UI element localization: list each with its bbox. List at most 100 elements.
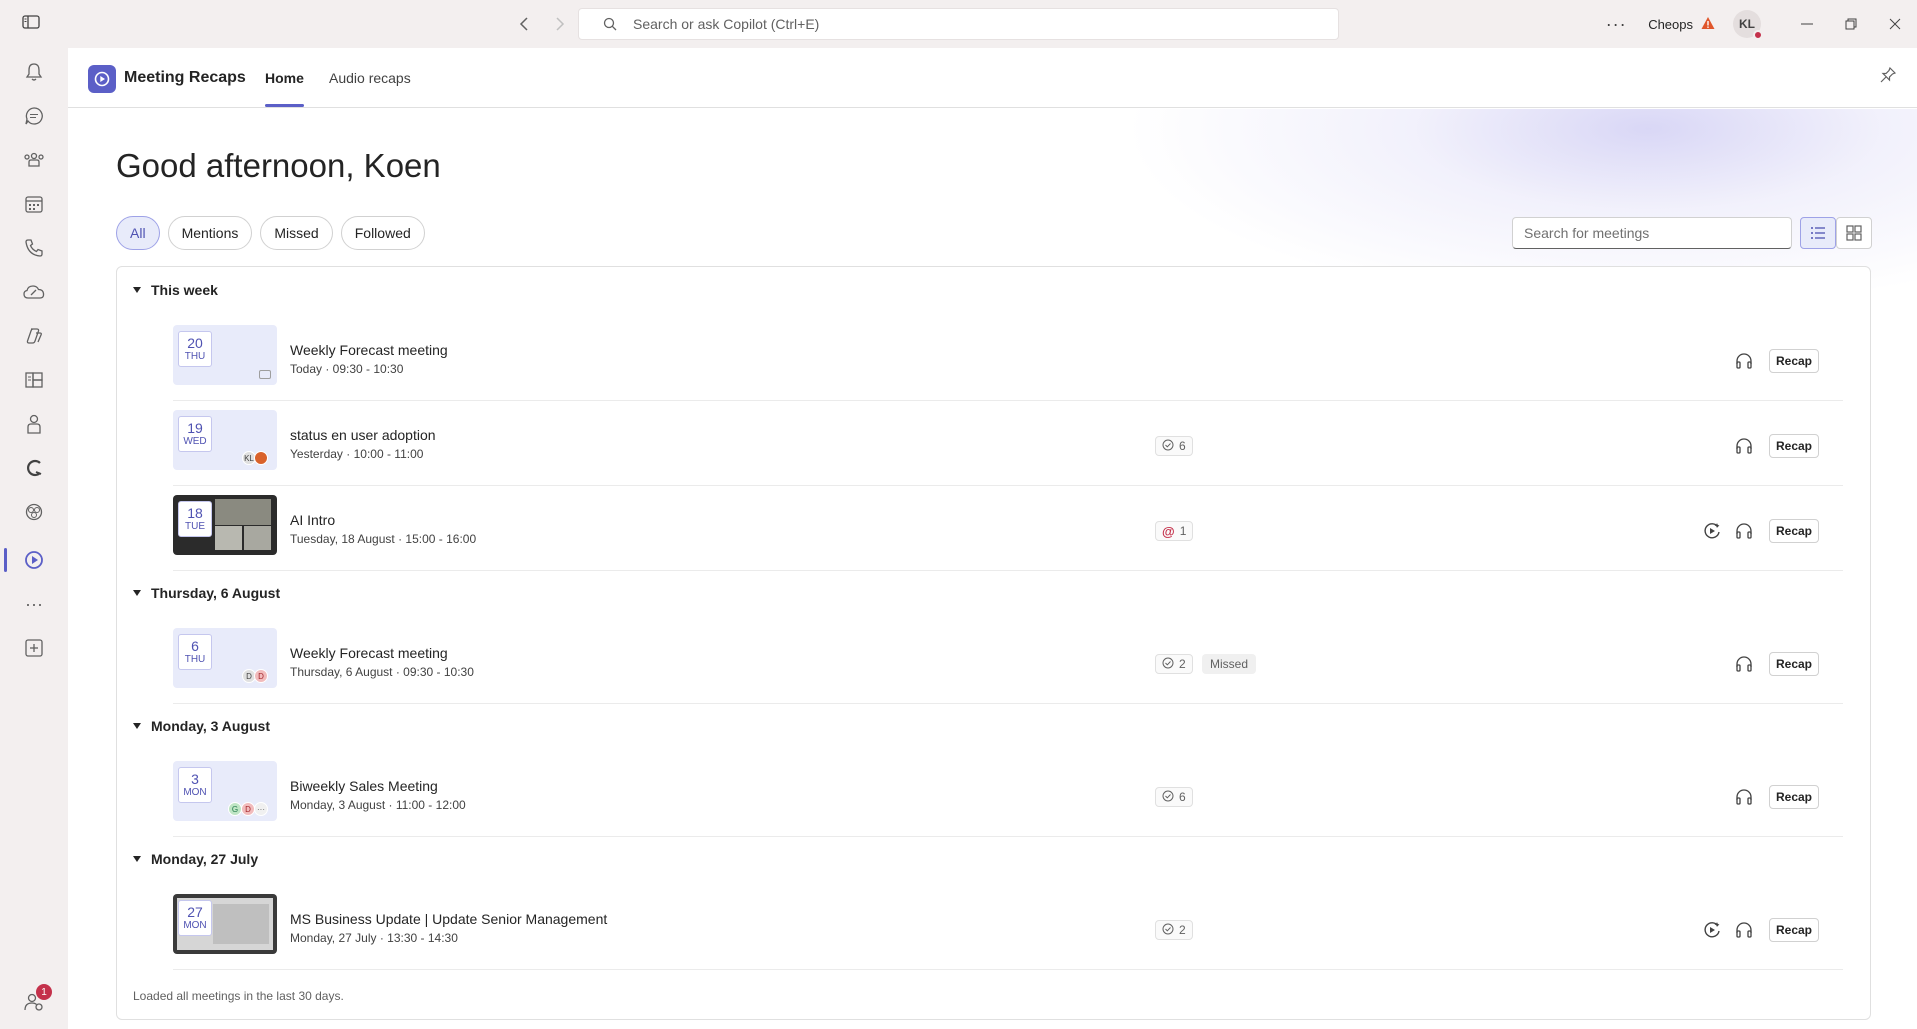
meeting-thumbnail: 3 MON G D ··· [173, 761, 277, 821]
add-app-icon[interactable] [0, 626, 68, 670]
meeting-title[interactable]: Weekly Forecast meeting [290, 342, 448, 358]
tasks-count: 2 [1179, 923, 1186, 937]
collapse-caret-icon [133, 856, 141, 862]
date-day: 27 [187, 904, 203, 920]
audio-recap-icon[interactable] [1734, 436, 1754, 456]
meeting-row[interactable]: 3 MON G D ··· Biweekly Sales Meeting Mon… [173, 753, 1843, 837]
people-settings-icon[interactable]: 1 [0, 980, 68, 1024]
chat-icon[interactable] [0, 94, 68, 138]
loop-icon[interactable] [0, 446, 68, 490]
user-avatar[interactable]: KL [1733, 10, 1763, 40]
mentions-count-badge: @ 1 [1155, 521, 1194, 541]
group-header-27-july[interactable]: Monday, 27 July [133, 851, 258, 867]
group-label: Monday, 27 July [151, 851, 259, 867]
recap-button[interactable]: Recap [1769, 434, 1819, 458]
tasks-count-badge: 2 [1155, 654, 1193, 674]
meeting-thumbnail: 20 THU [173, 325, 277, 385]
meeting-row[interactable]: 27 MON MS Business Update | Update Senio… [173, 886, 1843, 970]
audio-recap-icon[interactable] [1734, 920, 1754, 940]
restore-icon[interactable] [1829, 0, 1873, 48]
recap-button[interactable]: Recap [1769, 652, 1819, 676]
meeting-title[interactable]: AI Intro [290, 512, 335, 528]
tab-audio-recaps[interactable]: Audio recaps [329, 70, 411, 86]
presence-dot [1753, 30, 1763, 40]
group-header-this-week[interactable]: This week [133, 282, 218, 298]
meeting-video-thumbnail: 27 MON [173, 894, 277, 954]
meeting-row[interactable]: 19 WED KL status en user adoption Yester… [173, 402, 1843, 486]
shared-content-block [213, 904, 269, 944]
viva-icon[interactable] [0, 490, 68, 534]
meeting-title[interactable]: Weekly Forecast meeting [290, 645, 448, 661]
app-rail: ··· 1 [0, 48, 68, 1029]
check-circle-icon [1162, 439, 1174, 454]
filter-missed[interactable]: Missed [260, 216, 333, 250]
teams-icon[interactable] [0, 138, 68, 182]
main-content: Good afternoon, Koen All Mentions Missed… [68, 109, 1917, 1029]
apps-icon[interactable] [0, 358, 68, 402]
meeting-time: Tuesday, 18 August · 15:00 - 16:00 [290, 532, 477, 546]
recap-button[interactable]: Recap [1769, 349, 1819, 373]
org-name[interactable]: Cheops [1648, 17, 1693, 32]
group-header-6-august[interactable]: Thursday, 6 August [133, 585, 280, 601]
copilot-recap-icon[interactable] [1702, 521, 1722, 541]
date-badge: 18 TUE [178, 501, 212, 537]
date-day: 19 [187, 420, 203, 436]
video-tile [215, 526, 242, 550]
video-tile [244, 526, 271, 550]
date-badge: 3 MON [178, 767, 212, 803]
more-apps-icon[interactable]: ··· [0, 582, 68, 626]
calendar-icon[interactable] [0, 182, 68, 226]
group-header-3-august[interactable]: Monday, 3 August [133, 718, 270, 734]
tab-home[interactable]: Home [265, 70, 304, 86]
activity-icon[interactable] [0, 50, 68, 94]
onedrive-icon[interactable] [0, 270, 68, 314]
grid-view-icon[interactable] [1836, 217, 1872, 249]
active-tab-indicator [265, 104, 304, 107]
meeting-title[interactable]: MS Business Update | Update Senior Manag… [290, 911, 607, 927]
meeting-row[interactable]: 20 THU Weekly Forecast meeting Today · 0… [173, 317, 1843, 401]
forward-icon[interactable] [548, 12, 572, 36]
title-bar: Search or ask Copilot (Ctrl+E) ··· Cheop… [0, 0, 1917, 48]
copilot-recap-icon[interactable] [1702, 920, 1722, 940]
notification-badge: 1 [36, 984, 52, 1000]
audio-recap-icon[interactable] [1734, 654, 1754, 674]
meeting-title[interactable]: status en user adoption [290, 427, 436, 443]
warning-icon[interactable] [1701, 16, 1717, 32]
date-badge: 6 THU [178, 634, 212, 670]
meeting-row[interactable]: 6 THU D D Weekly Forecast meeting Thursd… [173, 620, 1843, 704]
calls-icon[interactable] [0, 226, 68, 270]
audio-recap-icon[interactable] [1734, 351, 1754, 371]
date-day: 3 [191, 771, 199, 787]
filter-all[interactable]: All [116, 216, 160, 250]
meeting-row[interactable]: 18 TUE AI Intro Tuesday, 18 August · 15:… [173, 487, 1843, 571]
toggle-sidebar-icon[interactable] [22, 14, 42, 34]
list-view-icon[interactable] [1800, 217, 1836, 249]
back-icon[interactable] [512, 12, 536, 36]
audio-recap-icon[interactable] [1734, 521, 1754, 541]
filter-mentions[interactable]: Mentions [167, 216, 253, 250]
people-icon[interactable] [0, 402, 68, 446]
tasks-count: 6 [1179, 439, 1186, 453]
pin-icon[interactable] [1879, 66, 1901, 88]
meeting-recaps-icon[interactable] [0, 538, 68, 582]
recap-button[interactable]: Recap [1769, 918, 1819, 942]
recap-button[interactable]: Recap [1769, 785, 1819, 809]
global-search-input[interactable]: Search or ask Copilot (Ctrl+E) [578, 8, 1339, 40]
meeting-search-input[interactable]: Search for meetings [1512, 217, 1792, 249]
minimize-icon[interactable] [1785, 0, 1829, 48]
missed-badge: Missed [1202, 654, 1257, 674]
app-header: Meeting Recaps Home Audio recaps [68, 48, 1917, 108]
copilot-icon[interactable] [0, 314, 68, 358]
meeting-thumbnail: 6 THU D D [173, 628, 277, 688]
more-options-icon[interactable]: ··· [1604, 14, 1628, 35]
search-icon [603, 17, 617, 31]
close-icon[interactable] [1873, 0, 1917, 48]
date-day: 18 [187, 505, 203, 521]
check-circle-icon [1162, 790, 1174, 805]
filter-followed[interactable]: Followed [340, 216, 425, 250]
participant-avatar: D [254, 669, 268, 683]
participant-avatar: G [228, 802, 242, 816]
recap-button[interactable]: Recap [1769, 519, 1819, 543]
meeting-title[interactable]: Biweekly Sales Meeting [290, 778, 438, 794]
audio-recap-icon[interactable] [1734, 787, 1754, 807]
